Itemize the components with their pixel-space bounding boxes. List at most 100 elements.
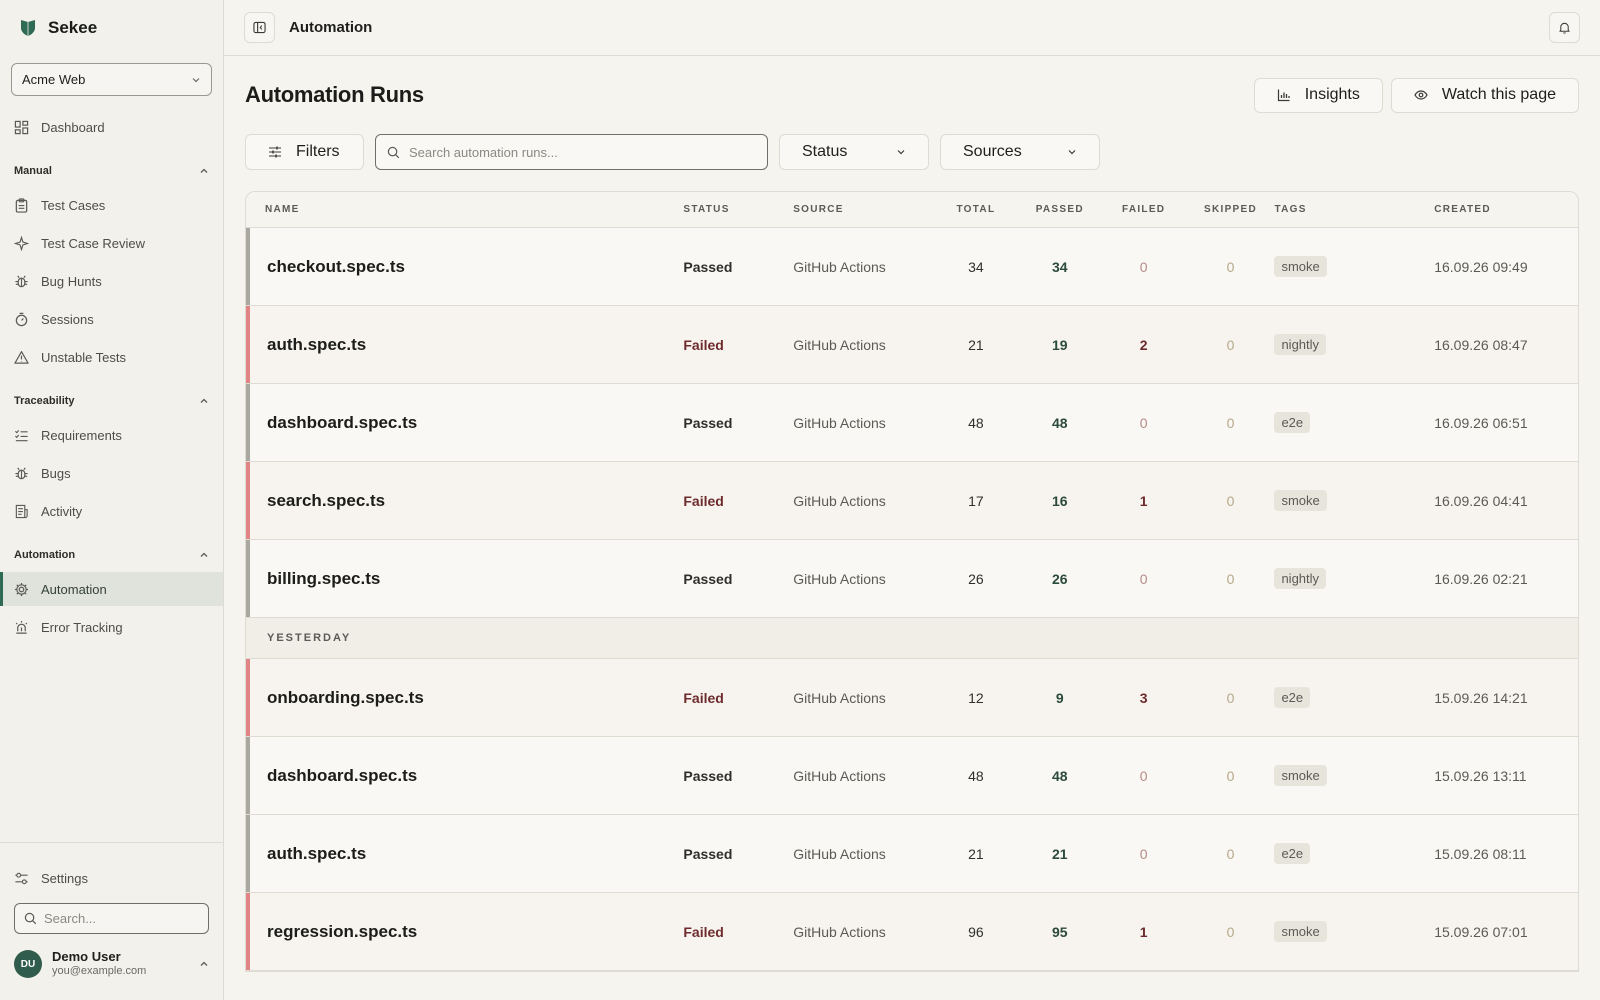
run-passed: 26: [1051, 570, 1068, 587]
table-row[interactable]: checkout.spec.ts Passed GitHub Actions 34 34…: [246, 228, 1578, 306]
search-icon: [24, 912, 37, 925]
table-row[interactable]: dashboard.spec.ts Passed GitHub Actions 48 4…: [246, 384, 1578, 462]
column-header-source[interactable]: SOURCE: [793, 204, 933, 215]
column-header-failed[interactable]: FAILED: [1101, 204, 1187, 215]
watch-page-button[interactable]: Watch this page: [1390, 77, 1579, 113]
run-created: 16.09.26 02:21: [1434, 570, 1528, 587]
run-skipped: 0: [1226, 336, 1235, 353]
run-name[interactable]: onboarding.spec.ts: [267, 688, 424, 707]
sidebar-item-label: Requirements: [41, 427, 122, 443]
search-input[interactable]: Search automation runs...: [375, 134, 768, 170]
status-indicator-bar: [246, 462, 250, 539]
run-source: GitHub Actions: [793, 570, 886, 587]
run-name[interactable]: checkout.spec.ts: [267, 257, 405, 276]
section-head-manual[interactable]: Manual: [0, 160, 223, 182]
run-passed: 48: [1051, 767, 1068, 784]
column-header-skipped[interactable]: SKIPPED: [1187, 204, 1275, 215]
run-tag[interactable]: e2e: [1274, 687, 1311, 708]
filters-button[interactable]: Filters: [245, 134, 364, 170]
run-name[interactable]: search.spec.ts: [267, 491, 385, 510]
run-name[interactable]: dashboard.spec.ts: [267, 766, 417, 785]
run-name[interactable]: dashboard.spec.ts: [267, 413, 417, 432]
run-name[interactable]: billing.spec.ts: [267, 569, 380, 588]
sidebar-item-bug-hunts[interactable]: Bug Hunts: [0, 264, 223, 298]
avatar: DU: [14, 950, 42, 978]
column-header-tags[interactable]: TAGS: [1274, 204, 1434, 215]
run-source: GitHub Actions: [793, 258, 886, 275]
chevron-up-icon: [200, 552, 208, 557]
run-tag[interactable]: smoke: [1274, 490, 1327, 511]
sidebar-item-dashboard[interactable]: Dashboard: [0, 110, 223, 144]
sidebar-item-error-tracking[interactable]: Error Tracking: [0, 610, 223, 644]
sidebar-item-label: Dashboard: [41, 119, 105, 135]
sidebar-item-bugs[interactable]: Bugs: [0, 456, 223, 490]
run-failed: 0: [1139, 570, 1148, 587]
table-row[interactable]: search.spec.ts Failed GitHub Actions 17 16 1 0…: [246, 462, 1578, 540]
run-tag[interactable]: smoke: [1274, 765, 1327, 786]
run-created: 15.09.26 13:11: [1434, 767, 1527, 784]
status-dropdown[interactable]: Status: [779, 134, 929, 170]
column-header-status[interactable]: STATUS: [683, 204, 793, 215]
sidebar-item-test-case-review[interactable]: Test Case Review: [0, 226, 223, 260]
run-total: 26: [968, 570, 984, 587]
section-head-traceability[interactable]: Traceability: [0, 390, 223, 412]
run-tag[interactable]: nightly: [1274, 568, 1327, 589]
table-row[interactable]: billing.spec.ts Passed GitHub Actions 26 26 0…: [246, 540, 1578, 618]
sources-dropdown[interactable]: Sources: [940, 134, 1100, 170]
toggle-sidebar-button[interactable]: [244, 12, 275, 43]
user-menu[interactable]: DU Demo User you@example.com: [0, 950, 223, 978]
run-skipped: 0: [1226, 414, 1235, 431]
run-tag[interactable]: smoke: [1274, 921, 1327, 942]
sidebar-item-requirements[interactable]: Requirements: [0, 418, 223, 452]
run-status: Passed: [683, 845, 733, 862]
checklist-icon: [15, 429, 28, 441]
sidebar-item-automation[interactable]: Automation: [0, 572, 223, 606]
run-failed: 2: [1139, 336, 1148, 353]
table-row[interactable]: regression.spec.ts Failed GitHub Actions 96…: [246, 893, 1578, 971]
run-tag[interactable]: nightly: [1274, 334, 1327, 355]
clipboard-icon: [15, 197, 28, 213]
table-row[interactable]: auth.spec.ts Failed GitHub Actions 21 19 2 0 ni…: [246, 306, 1578, 384]
sidebar-item-activity[interactable]: Activity: [0, 494, 223, 528]
column-header-created[interactable]: CREATED: [1434, 204, 1578, 215]
run-skipped: 0: [1226, 923, 1235, 940]
sidebar-item-test-cases[interactable]: Test Cases: [0, 188, 223, 222]
project-select[interactable]: Acme Web: [11, 63, 212, 96]
run-name[interactable]: auth.spec.ts: [267, 844, 366, 863]
run-tag[interactable]: e2e: [1274, 843, 1311, 864]
siren-icon: [15, 620, 28, 634]
sidebar-item-label: Unstable Tests: [41, 349, 127, 365]
notifications-button[interactable]: [1549, 12, 1580, 43]
sidebar-item-settings[interactable]: Settings: [0, 861, 223, 895]
run-failed: 1: [1139, 492, 1148, 509]
sidebar-search-input[interactable]: Search...: [14, 903, 209, 934]
insights-button[interactable]: Insights: [1253, 77, 1383, 113]
table-row[interactable]: auth.spec.ts Passed GitHub Actions 21 21 0 0 e2…: [246, 815, 1578, 893]
column-header-name[interactable]: NAME: [246, 204, 683, 215]
section-head-automation[interactable]: Automation: [0, 544, 223, 566]
table-row[interactable]: onboarding.spec.ts Failed GitHub Actions 12…: [246, 659, 1578, 737]
bar-chart-icon: [1277, 89, 1290, 102]
table-row[interactable]: dashboard.spec.ts Passed GitHub Actions 48 4…: [246, 737, 1578, 815]
sidebar-item-label: Bugs: [41, 465, 71, 481]
column-header-total[interactable]: TOTAL: [933, 204, 1019, 215]
section-title: Automation: [14, 549, 76, 561]
run-source: GitHub Actions: [793, 414, 886, 431]
sidebar-item-sessions[interactable]: Sessions: [0, 302, 223, 336]
brand[interactable]: Sekee: [0, 0, 223, 56]
run-total: 12: [968, 689, 984, 706]
run-skipped: 0: [1226, 492, 1235, 509]
run-skipped: 0: [1226, 767, 1235, 784]
column-header-passed[interactable]: PASSED: [1019, 204, 1101, 215]
run-source: GitHub Actions: [793, 767, 886, 784]
run-name[interactable]: regression.spec.ts: [267, 922, 417, 941]
run-total: 21: [968, 845, 984, 862]
sidebar-item-unstable-tests[interactable]: Unstable Tests: [0, 340, 223, 374]
user-email: you@example.com: [52, 965, 147, 977]
run-name[interactable]: auth.spec.ts: [267, 335, 366, 354]
run-tag[interactable]: e2e: [1274, 412, 1311, 433]
user-name: Demo User: [52, 949, 121, 964]
chevron-up-icon: [200, 398, 208, 403]
status-indicator-bar: [246, 384, 250, 461]
run-tag[interactable]: smoke: [1274, 256, 1327, 277]
